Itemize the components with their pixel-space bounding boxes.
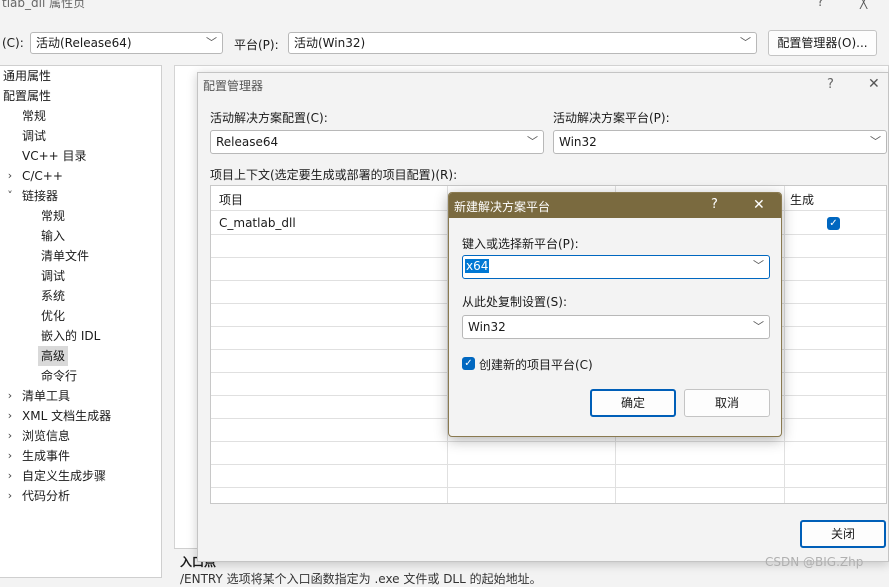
config-manager-close-icon[interactable]: ✕	[868, 76, 880, 92]
chevron-right-icon: ›	[7, 389, 13, 402]
tree-item-manifest-tool[interactable]: › 清单工具	[7, 386, 70, 406]
tree-item-linker[interactable]: ˅ 链接器	[7, 186, 58, 206]
copy-settings-select[interactable]: Win32 ﹀	[462, 315, 770, 339]
ok-button[interactable]: 确定	[590, 389, 676, 417]
chevron-right-icon: ›	[7, 449, 13, 462]
platform-label: 平台(P):	[234, 38, 279, 52]
tree-item-build-events[interactable]: › 生成事件	[7, 446, 70, 466]
tree-item-linker-manifest[interactable]: 清单文件	[41, 246, 89, 266]
project-name: C_matlab_dll	[219, 216, 296, 230]
tree-item-linker-debug[interactable]: 调试	[41, 266, 65, 286]
config-select-value: 活动(Release64)	[36, 36, 132, 50]
active-platform-select[interactable]: Win32 ﹀	[553, 130, 887, 154]
build-checkbox[interactable]: ✓	[827, 217, 840, 230]
cancel-button[interactable]: 取消	[684, 389, 770, 417]
tree-item-linker-optimize[interactable]: 优化	[41, 306, 65, 326]
column-header-project: 项目	[219, 193, 244, 207]
chevron-down-icon: ﹀	[870, 135, 881, 148]
project-context-label: 项目上下文(选定要生成或部署的项目配置)(R):	[210, 168, 458, 182]
copy-settings-value: Win32	[468, 320, 506, 334]
chevron-right-icon: ›	[7, 469, 13, 482]
close-button[interactable]: 关闭	[800, 520, 886, 548]
platform-select-value: 活动(Win32)	[294, 36, 366, 50]
new-platform-label: 键入或选择新平台(P):	[462, 237, 579, 251]
config-select[interactable]: 活动(Release64) ﹀	[30, 32, 223, 54]
chevron-down-icon: ﹀	[206, 36, 217, 49]
tree-item-debug[interactable]: 调试	[22, 126, 46, 146]
chevron-down-icon: ﹀	[740, 36, 751, 49]
active-platform-value: Win32	[559, 135, 597, 149]
tree-item-linker-idl[interactable]: 嵌入的 IDL	[41, 326, 100, 346]
tree-item-cpp[interactable]: › C/C++	[7, 166, 63, 186]
chevron-right-icon: ›	[7, 169, 13, 182]
chevron-down-icon: ﹀	[527, 135, 538, 148]
active-platform-label: 活动解决方案平台(P):	[553, 111, 670, 125]
chevron-right-icon: ›	[7, 429, 13, 442]
tree-item-general[interactable]: 常规	[22, 106, 46, 126]
tree-item-code-analysis[interactable]: › 代码分析	[7, 486, 70, 506]
config-manager-button[interactable]: 配置管理器(O)...	[768, 30, 877, 56]
active-config-select[interactable]: Release64 ﹀	[210, 130, 544, 154]
new-platform-close-icon[interactable]: ✕	[753, 197, 765, 213]
tree-item-xml-doc[interactable]: › XML 文档生成器	[7, 406, 111, 426]
column-header-build: 生成	[790, 193, 815, 207]
new-platform-title: 新建解决方案平台	[454, 200, 551, 214]
active-config-label: 活动解决方案配置(C):	[210, 111, 328, 125]
config-label: (C):	[2, 36, 24, 50]
chevron-down-icon: ﹀	[753, 259, 764, 272]
help-button[interactable]: ?	[711, 197, 718, 212]
platform-select[interactable]: 活动(Win32) ﹀	[288, 32, 757, 54]
tree-item-browse[interactable]: › 浏览信息	[7, 426, 70, 446]
chevron-right-icon: ›	[7, 409, 13, 422]
chevron-down-icon: ˅	[7, 189, 13, 202]
tree-item-custom-build[interactable]: › 自定义生成步骤	[7, 466, 106, 486]
create-project-platform-checkbox[interactable]: ✓	[462, 357, 475, 370]
entry-point-desc: /ENTRY 选项将某个入口函数指定为 .exe 文件或 DLL 的起始地址。	[180, 572, 542, 586]
tree-item-linker-cmdline[interactable]: 命令行	[41, 366, 77, 386]
tree-item-vc-dirs[interactable]: VC++ 目录	[22, 146, 87, 166]
chevron-right-icon: ›	[7, 489, 13, 502]
chevron-down-icon: ﹀	[753, 320, 764, 333]
new-platform-value[interactable]: x64	[465, 259, 490, 273]
tree-item-linker-system[interactable]: 系统	[41, 286, 65, 306]
window-close-button[interactable]: ╳	[860, 0, 867, 9]
new-platform-dialog: 新建解决方案平台 ? ✕ 键入或选择新平台(P): x64 ﹀ 从此处复制设置(…	[448, 192, 782, 437]
help-button[interactable]: ?	[827, 77, 834, 92]
tree-item-config[interactable]: 配置属性	[3, 86, 51, 106]
help-button[interactable]: ?	[817, 0, 824, 10]
tree-item-linker-input[interactable]: 输入	[41, 226, 65, 246]
tree-item-common[interactable]: 通用属性	[3, 66, 51, 86]
tree-item-linker-general[interactable]: 常规	[41, 206, 65, 226]
active-config-value: Release64	[216, 135, 279, 149]
watermark: CSDN @BIG.Zhp	[765, 555, 864, 569]
copy-settings-label: 从此处复制设置(S):	[462, 295, 568, 309]
config-manager-title: 配置管理器	[203, 79, 264, 93]
window-title: tlab_dll 属性页	[2, 0, 86, 10]
new-platform-combo[interactable]: x64 ﹀	[462, 255, 770, 279]
create-project-platform-label[interactable]: 创建新的项目平台(C)	[479, 356, 593, 373]
tree-item-linker-advanced[interactable]: 高级	[38, 346, 69, 366]
